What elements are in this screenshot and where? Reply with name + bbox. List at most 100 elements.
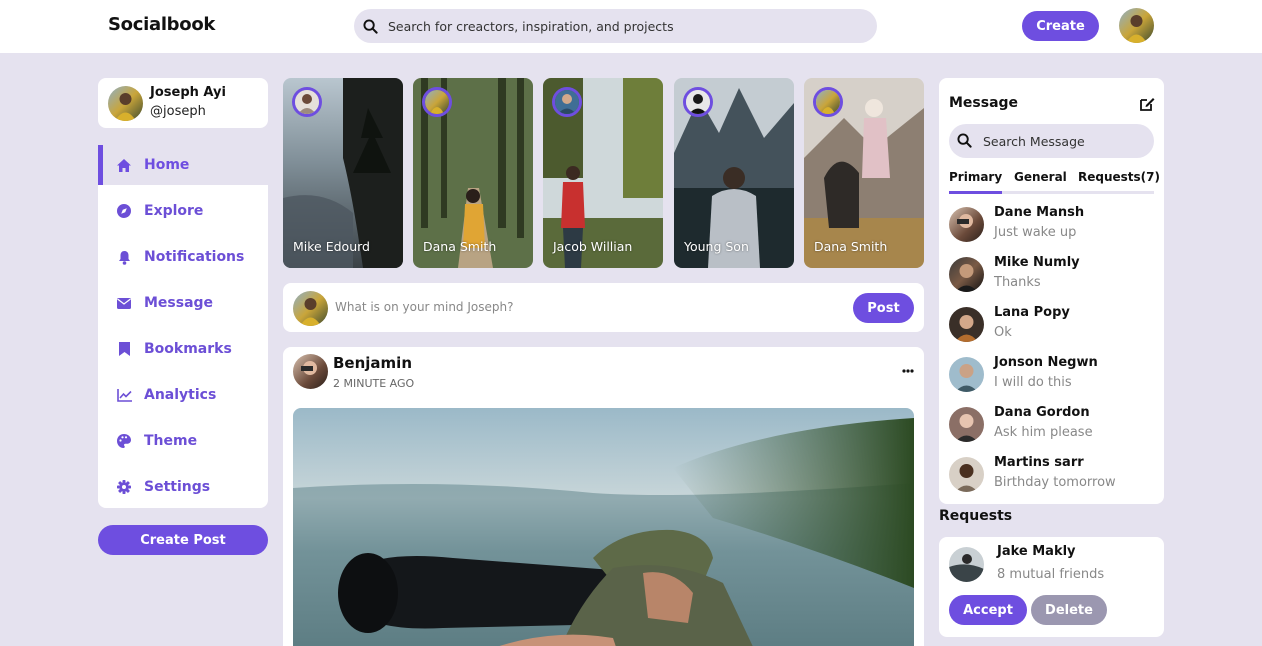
message-item[interactable]: Dana Gordon Ask him please bbox=[949, 405, 1154, 449]
post-author-avatar[interactable] bbox=[293, 354, 328, 389]
search-bar[interactable]: Search for creactors, inspiration, and p… bbox=[354, 9, 877, 43]
user-avatar[interactable] bbox=[1119, 8, 1154, 43]
edit-icon[interactable] bbox=[1139, 96, 1155, 112]
bookmark-icon bbox=[116, 341, 132, 357]
sidebar-item-label: Explore bbox=[144, 203, 204, 219]
post-time: 2 MINUTE AGO bbox=[333, 377, 415, 390]
profile-card[interactable]: Joseph Ayi @joseph bbox=[98, 78, 268, 128]
story-card[interactable]: Young Son bbox=[674, 78, 794, 268]
sidebar-item-label: Notifications bbox=[144, 249, 245, 265]
story-avatar bbox=[292, 87, 322, 117]
story-name: Jacob Willian bbox=[553, 239, 633, 254]
sidebar-item-explore[interactable]: Explore bbox=[98, 191, 268, 231]
message-avatar bbox=[949, 307, 984, 342]
message-preview: Ok bbox=[994, 325, 1012, 340]
tab-requests[interactable]: Requests(7) bbox=[1078, 170, 1160, 184]
sidebar-item-label: Analytics bbox=[144, 387, 217, 403]
request-name[interactable]: Jake Makly bbox=[997, 544, 1076, 559]
message-tabs: Primary General Requests(7) bbox=[949, 168, 1160, 194]
message-sender: Dana Gordon bbox=[994, 405, 1090, 420]
envelope-icon bbox=[116, 295, 132, 311]
sidebar-item-label: Bookmarks bbox=[144, 341, 232, 357]
sidebar-item-settings[interactable]: Settings bbox=[98, 467, 268, 507]
message-item[interactable]: Martins sarr Birthday tomorrow bbox=[949, 455, 1154, 499]
message-sender: Martins sarr bbox=[994, 455, 1084, 470]
sidebar-nav: Home Explore Notifications Message Bookm… bbox=[98, 145, 268, 508]
sidebar-item-home[interactable]: Home bbox=[98, 145, 268, 185]
create-post-button[interactable]: Create Post bbox=[98, 525, 268, 555]
post-composer: What is on your mind Joseph? Post bbox=[283, 283, 924, 332]
story-card[interactable]: Jacob Willian bbox=[543, 78, 663, 268]
story-avatar bbox=[683, 87, 713, 117]
story-name: Dana Smith bbox=[423, 239, 497, 254]
profile-avatar bbox=[108, 86, 143, 121]
delete-button[interactable]: Delete bbox=[1031, 595, 1107, 625]
request-mutual-friends: 8 mutual friends bbox=[997, 567, 1105, 582]
story-avatar bbox=[552, 87, 582, 117]
messages-title: Message bbox=[949, 95, 1019, 111]
story-avatar bbox=[813, 87, 843, 117]
message-sender: Mike Numly bbox=[994, 255, 1080, 270]
message-search-input[interactable]: Search Message bbox=[983, 134, 1085, 149]
ellipsis-icon[interactable] bbox=[899, 362, 917, 380]
message-item[interactable]: Mike Numly Thanks bbox=[949, 255, 1154, 299]
accept-button[interactable]: Accept bbox=[949, 595, 1027, 625]
message-sender: Dane Mansh bbox=[994, 205, 1085, 220]
search-input[interactable]: Search for creactors, inspiration, and p… bbox=[388, 19, 674, 34]
create-button[interactable]: Create bbox=[1022, 11, 1099, 41]
sidebar-item-bookmarks[interactable]: Bookmarks bbox=[98, 329, 268, 369]
app-logo[interactable]: Socialbook bbox=[108, 14, 215, 35]
message-avatar bbox=[949, 457, 984, 492]
composer-avatar bbox=[293, 291, 328, 326]
profile-handle: @joseph bbox=[150, 104, 206, 119]
sidebar-item-message[interactable]: Message bbox=[98, 283, 268, 323]
sidebar-item-label: Theme bbox=[144, 433, 198, 449]
tab-primary[interactable]: Primary bbox=[949, 170, 1003, 194]
bell-icon bbox=[116, 249, 132, 265]
gear-icon bbox=[116, 479, 132, 495]
post-button[interactable]: Post bbox=[853, 293, 914, 323]
message-sender: Lana Popy bbox=[994, 305, 1070, 320]
message-sender: Jonson Negwn bbox=[994, 355, 1098, 370]
story-name: Mike Edourd bbox=[293, 239, 370, 254]
friend-request-card: Jake Makly 8 mutual friends Accept Delet… bbox=[939, 537, 1164, 637]
message-item[interactable]: Lana Popy Ok bbox=[949, 305, 1154, 349]
sidebar-item-theme[interactable]: Theme bbox=[98, 421, 268, 461]
post-image[interactable] bbox=[293, 408, 914, 646]
story-name: Dana Smith bbox=[814, 239, 888, 254]
story-avatar bbox=[422, 87, 452, 117]
feed-post: Benjamin 2 MINUTE AGO bbox=[283, 347, 924, 646]
home-icon bbox=[116, 157, 132, 173]
story-name: Young Son bbox=[684, 239, 749, 254]
message-avatar bbox=[949, 257, 984, 292]
message-search[interactable]: Search Message bbox=[949, 124, 1154, 158]
chart-line-icon bbox=[116, 387, 132, 403]
message-avatar bbox=[949, 207, 984, 242]
profile-name: Joseph Ayi bbox=[150, 85, 226, 100]
message-avatar bbox=[949, 407, 984, 442]
message-item[interactable]: Dane Mansh Just wake up bbox=[949, 205, 1154, 249]
post-author[interactable]: Benjamin bbox=[333, 354, 412, 372]
sidebar-item-label: Message bbox=[144, 295, 214, 311]
messages-panel: Message Search Message Primary General R… bbox=[939, 78, 1164, 504]
message-preview: I will do this bbox=[994, 375, 1072, 390]
message-avatar bbox=[949, 357, 984, 392]
compass-icon bbox=[116, 203, 132, 219]
sidebar-item-notifications[interactable]: Notifications bbox=[98, 237, 268, 277]
requests-title: Requests bbox=[939, 508, 1013, 524]
story-card[interactable]: Mike Edourd bbox=[283, 78, 403, 268]
top-bar: Socialbook Search for creactors, inspira… bbox=[0, 0, 1262, 53]
story-card[interactable]: Dana Smith bbox=[804, 78, 924, 268]
message-preview: Just wake up bbox=[994, 225, 1077, 240]
request-avatar[interactable] bbox=[949, 547, 984, 582]
palette-icon bbox=[116, 433, 132, 449]
sidebar-item-analytics[interactable]: Analytics bbox=[98, 375, 268, 415]
sidebar-item-label: Settings bbox=[144, 479, 211, 495]
message-preview: Thanks bbox=[994, 275, 1041, 290]
tab-general[interactable]: General bbox=[1014, 170, 1067, 184]
message-preview: Ask him please bbox=[994, 425, 1093, 440]
message-item[interactable]: Jonson Negwn I will do this bbox=[949, 355, 1154, 399]
composer-input[interactable]: What is on your mind Joseph? bbox=[335, 300, 513, 314]
story-card[interactable]: Dana Smith bbox=[413, 78, 533, 268]
sidebar-item-label: Home bbox=[144, 157, 190, 173]
